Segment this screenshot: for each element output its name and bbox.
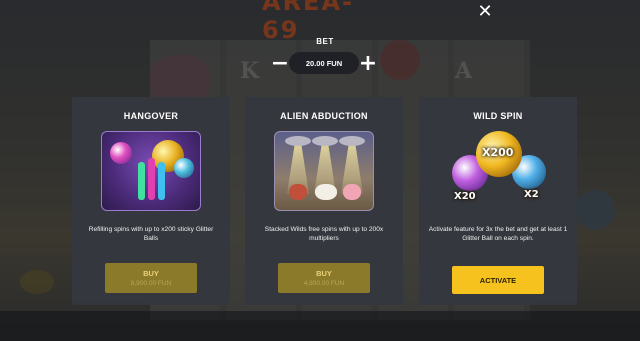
multiplier-x2: X2 [524,189,539,200]
feature-card-wild-spin: WILD SPIN X200 X20 X2 Activate feature f… [419,97,577,305]
bet-increase-button[interactable]: + [356,51,380,76]
glitter-tube-icon [138,162,145,200]
buy-hangover-button[interactable]: BUY 8,900.00 FUN [105,263,197,293]
button-label: ACTIVATE [479,275,517,285]
close-button[interactable]: ✕ [474,0,496,22]
button-price: 4,800.00 FUN [303,280,345,287]
multiplier-x20: X20 [454,191,476,202]
button-label: BUY [316,269,332,278]
buy-alien-abduction-button[interactable]: BUY 4,800.00 FUN [278,263,370,293]
feature-description: Refilling spins with up to x200 sticky G… [88,226,214,242]
cow-icon [315,184,337,200]
bet-label: BET [316,37,334,46]
ufo-icon [339,136,365,146]
glitter-ball-icon [110,142,132,164]
button-price: 8,900.00 FUN [130,280,172,287]
multiplier-x200: X200 [482,146,514,159]
farmer-icon [289,184,307,200]
glitter-tube-icon [158,162,165,200]
pig-icon [343,184,361,200]
bet-value: 20.00 FUN [305,58,343,68]
activate-wild-spin-button[interactable]: ACTIVATE [452,266,544,294]
feature-title: HANGOVER [123,111,179,121]
close-icon: ✕ [477,0,493,22]
alien-abduction-artwork [274,131,374,211]
wild-spin-artwork: X200 X20 X2 [448,131,548,211]
feature-title: ALIEN ABDUCTION [280,111,368,121]
feature-card-alien-abduction: ALIEN ABDUCTION Stacked Wilds free spins… [245,97,403,305]
glitter-tube-icon [148,158,155,200]
bet-value-display: 20.00 FUN [289,52,359,74]
feature-description: Stacked Wilds free spins with up to 200x… [264,226,384,242]
button-label: BUY [143,269,159,278]
ufo-icon [285,136,311,146]
feature-description: Activate feature for 3x the bet and get … [428,226,568,242]
feature-card-hangover: HANGOVER Refilling spins with up to x200… [72,97,230,305]
glitter-ball-icon [174,158,194,178]
ufo-icon [312,136,338,146]
feature-title: WILD SPIN [473,111,523,121]
hangover-artwork [101,131,201,211]
